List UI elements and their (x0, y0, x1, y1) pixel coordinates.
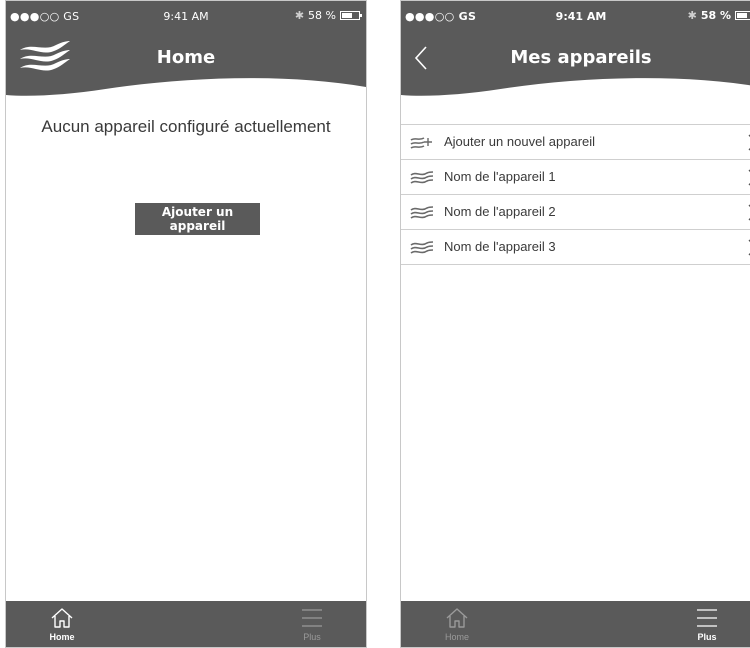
tab-home[interactable]: Home (32, 601, 92, 647)
status-bar: ●●●○○ GS 9:41 AM ✱ 58 % (6, 1, 366, 31)
bluetooth-icon: ✱ (687, 9, 697, 22)
home-screen: ●●●○○ GS 9:41 AM ✱ 58 % Home Aucun appar… (5, 0, 367, 648)
battery-icon (340, 11, 362, 20)
tab-plus[interactable]: Plus (677, 601, 737, 647)
tab-bar: Home Plus (6, 601, 366, 647)
list-item-add-device[interactable]: Ajouter un nouvel appareil (401, 125, 750, 160)
device-waves-icon (410, 206, 434, 219)
menu-icon (302, 609, 322, 627)
battery-status: ✱ 58 % (688, 9, 750, 22)
tab-plus-label: Plus (303, 632, 321, 642)
page-title: Mes appareils (510, 47, 652, 68)
home-icon (446, 608, 468, 628)
list-item-label: Nom de l'appareil 2 (444, 204, 556, 219)
list-item-label: Nom de l'appareil 1 (444, 169, 556, 184)
tab-plus-label: Plus (697, 632, 717, 642)
battery-percent: 58 % (308, 9, 336, 22)
tab-plus[interactable]: Plus (282, 601, 342, 647)
nav-bar: Mes appareils (401, 31, 750, 106)
nav-wave-background (401, 31, 750, 96)
empty-state-message: Aucun appareil configuré actuellement (41, 117, 331, 136)
battery-percent: 58 % (700, 9, 731, 22)
status-bar: ●●●○○ GS 9:41 AM ✱ 58 % (401, 1, 750, 31)
tab-bar: Home Plus (401, 601, 750, 647)
battery-status: ✱ 58 % (294, 9, 362, 22)
list-item-device-1[interactable]: Nom de l'appareil 1 (401, 160, 750, 195)
add-device-button[interactable]: Ajouter un appareil (135, 203, 260, 235)
list-item-device-3[interactable]: Nom de l'appareil 3 (401, 230, 750, 265)
home-icon (51, 608, 73, 628)
device-list: Ajouter un nouvel appareil Nom de l'appa… (401, 124, 750, 265)
tab-home[interactable]: Home (427, 601, 487, 647)
nav-bar: Home (6, 31, 366, 106)
menu-icon (697, 609, 717, 627)
device-waves-icon (410, 241, 434, 254)
add-device-icon (410, 137, 432, 149)
battery-icon (735, 11, 750, 20)
list-item-label: Ajouter un nouvel appareil (444, 134, 596, 149)
devices-screen: ●●●○○ GS 9:41 AM ✱ 58 % Mes appareils Aj… (400, 0, 750, 648)
list-item-label: Nom de l'appareil 3 (444, 239, 556, 254)
tab-home-label: Home (444, 632, 469, 642)
list-item-device-2[interactable]: Nom de l'appareil 2 (401, 195, 750, 230)
bluetooth-icon: ✱ (294, 9, 305, 22)
device-waves-icon (410, 171, 434, 184)
page-title: Home (156, 47, 216, 68)
tab-home-label: Home (49, 632, 75, 642)
